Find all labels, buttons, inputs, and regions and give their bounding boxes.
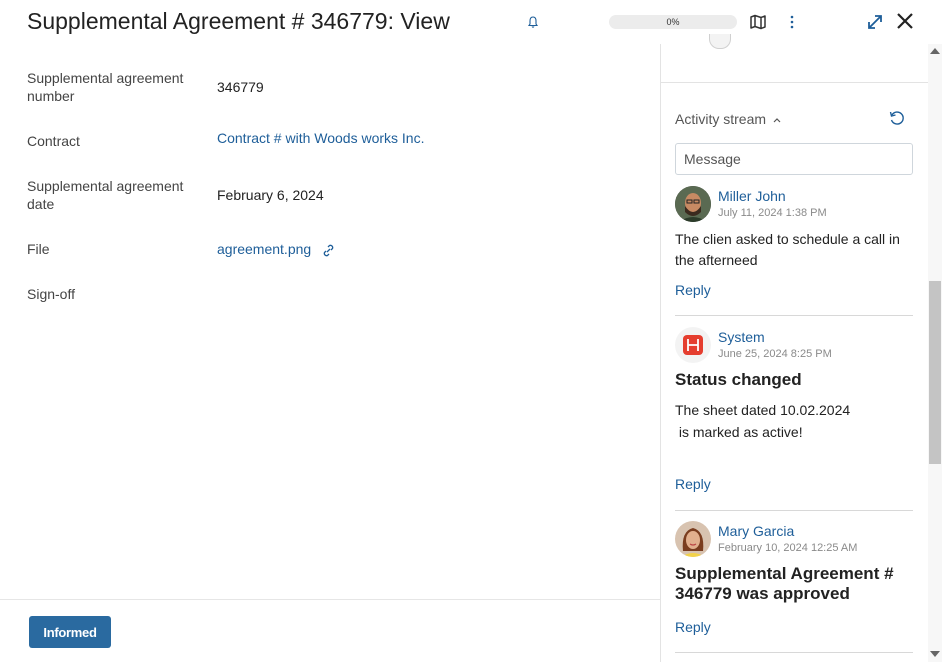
post-divider xyxy=(675,510,913,511)
message-input[interactable] xyxy=(675,143,913,175)
field-label-sign-off: Sign-off xyxy=(27,286,75,302)
post-author[interactable]: Mary Garcia xyxy=(718,523,794,539)
post-divider xyxy=(675,315,913,316)
bell-icon[interactable] xyxy=(526,15,540,29)
panel-divider xyxy=(660,82,928,83)
avatar-miller-john xyxy=(675,186,711,222)
post-heading: Status changed xyxy=(675,370,802,389)
post-text-line: is marked as active! xyxy=(675,424,803,440)
post-text: The clien asked to schedule a call in th… xyxy=(675,231,900,268)
post-timestamp: June 25, 2024 8:25 PM xyxy=(718,348,832,360)
post-divider xyxy=(675,652,913,653)
informed-button[interactable]: Informed xyxy=(29,616,111,648)
activity-stream-toggle[interactable]: Activity stream xyxy=(675,111,782,127)
reply-button[interactable]: Reply xyxy=(675,282,711,298)
chevron-up-icon xyxy=(773,118,781,123)
progress-label: 0% xyxy=(666,17,680,27)
field-value-agreement-date: February 6, 2024 xyxy=(217,187,324,203)
reply-button[interactable]: Reply xyxy=(675,476,711,492)
footer-divider xyxy=(0,599,660,600)
activity-stream-title: Activity stream xyxy=(675,111,767,127)
post-author[interactable]: Miller John xyxy=(718,188,786,204)
page-title: Supplemental Agreement # 346779: View xyxy=(27,8,450,34)
refresh-icon[interactable] xyxy=(888,110,905,127)
map-icon[interactable] xyxy=(749,13,767,31)
link-icon[interactable] xyxy=(321,243,336,258)
header: Supplemental Agreement # 346779: View 0% xyxy=(0,0,942,44)
field-value-file: agreement.png xyxy=(217,241,336,258)
reply-button[interactable]: Reply xyxy=(675,619,711,635)
expand-icon[interactable] xyxy=(866,13,884,31)
post-timestamp: February 10, 2024 12:25 AM xyxy=(718,542,858,554)
post-timestamp: July 11, 2024 1:38 PM xyxy=(718,207,827,219)
field-label-agreement-date: Supplemental agreement date xyxy=(27,178,184,212)
progress-bar: 0% xyxy=(609,15,737,29)
system-icon xyxy=(675,327,711,363)
post-text-line: The sheet dated 10.02.2024 xyxy=(675,402,851,418)
post-author[interactable]: System xyxy=(718,329,765,345)
avatar-mary-garcia xyxy=(675,521,711,557)
close-icon[interactable] xyxy=(896,12,914,30)
file-link[interactable]: agreement.png xyxy=(217,241,311,257)
more-icon[interactable] xyxy=(785,13,799,31)
field-value-agreement-number: 346779 xyxy=(217,79,264,95)
scroll-up-arrow[interactable] xyxy=(930,48,940,54)
field-label-contract: Contract xyxy=(27,133,80,149)
scroll-down-arrow[interactable] xyxy=(930,651,940,657)
scrollbar-thumb[interactable] xyxy=(929,281,941,464)
field-label-file: File xyxy=(27,241,50,257)
contract-link[interactable]: Contract # with Woods works Inc. xyxy=(217,130,424,146)
post-heading: Supplemental Agreement # 346779 was appr… xyxy=(675,564,894,603)
field-label-agreement-number: Supplemental agreement number xyxy=(27,70,184,104)
